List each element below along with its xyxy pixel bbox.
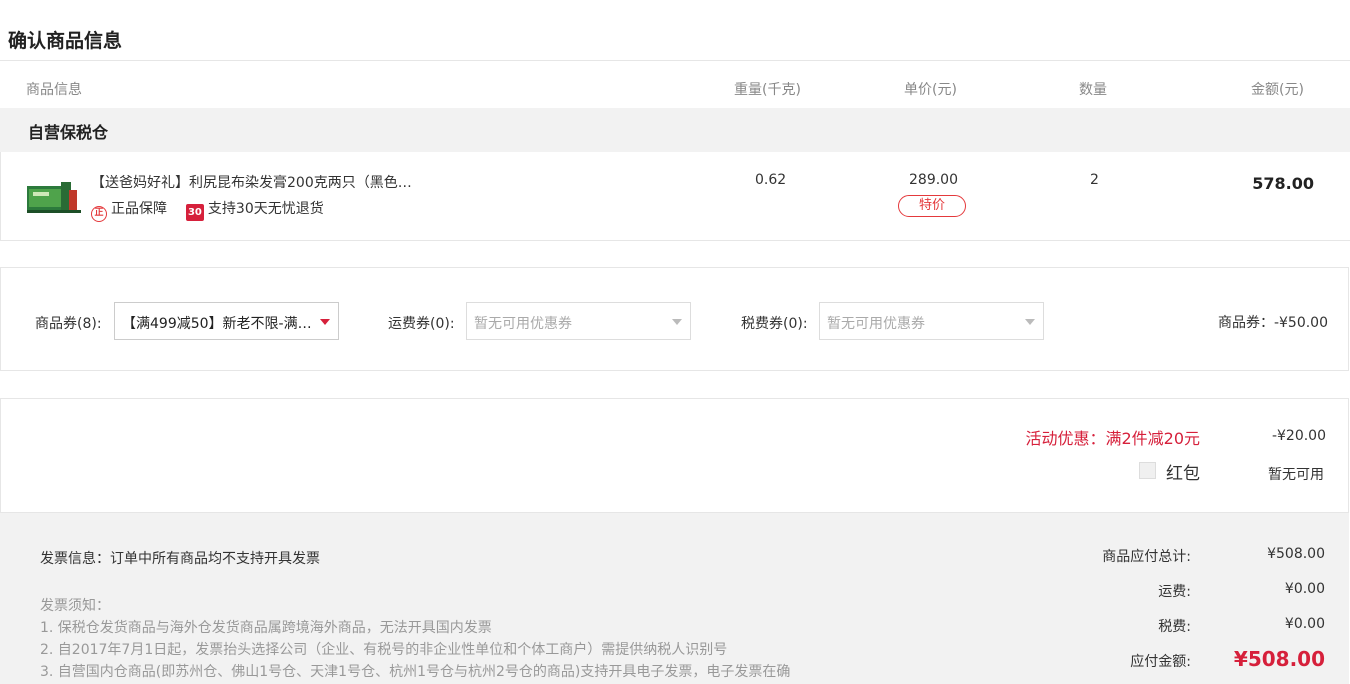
subtotal-value: ¥508.00 xyxy=(1267,546,1325,562)
redpack-checkbox[interactable] xyxy=(1139,462,1156,479)
item-amount: 578.00 xyxy=(1252,174,1314,193)
goods-coupon-label: 商品券(8): xyxy=(35,316,102,332)
special-price-tag: 特价 xyxy=(898,195,966,217)
coupon-section: 商品券(8): 【满499减50】新老不限-满… 运费券(0): 暂无可用优惠券… xyxy=(0,267,1349,371)
header-price: 单价(元) xyxy=(904,82,957,98)
service-badges: 正正品保障 30 支持30天无忧退货 xyxy=(91,198,324,222)
invoice-info: 发票信息：订单中所有商品均不支持开具发票 xyxy=(40,551,320,567)
warehouse-name: 自营保税仓 xyxy=(28,123,109,142)
shipping-coupon-label: 运费券(0): xyxy=(388,316,455,332)
table-header: 商品信息 重量(千克) 单价(元) 数量 金额(元) xyxy=(0,60,1350,108)
item-weight: 0.62 xyxy=(755,172,787,188)
tax-value: ¥0.00 xyxy=(1284,616,1325,632)
invoice-note-item: 1. 保税仓发货商品与海外仓发货商品属跨境海外商品，无法开具国内发票 xyxy=(40,620,492,636)
product-thumbnail[interactable] xyxy=(27,180,81,214)
coupon-discount-total: 商品券：-¥50.00 xyxy=(1217,315,1328,331)
tax-coupon-label: 税费券(0): xyxy=(741,316,808,332)
shipping-coupon-select[interactable]: 暂无可用优惠券 xyxy=(466,302,691,340)
shipping-value: ¥0.00 xyxy=(1284,581,1325,597)
warehouse-header: 自营保税仓 xyxy=(0,108,1350,152)
header-quantity: 数量 xyxy=(1079,82,1107,98)
payable-label: 应付金额: xyxy=(1130,654,1191,670)
return-badge-label: 支持30天无忧退货 xyxy=(207,201,324,217)
subtotal-label: 商品应付总计: xyxy=(1102,549,1191,565)
redpack-value: 暂无可用 xyxy=(1268,467,1324,483)
invoice-notes-title: 发票须知： xyxy=(40,598,110,614)
table-row: 【送爸妈好礼】利尻昆布染发膏200克两只（黑色… 正正品保障 30 支持30天无忧… xyxy=(0,152,1350,241)
header-amount: 金额(元) xyxy=(1251,82,1304,98)
redpack-label: 红包 xyxy=(1166,464,1200,484)
promotion-section: 活动优惠：满2件减20元 -¥20.00 红包 暂无可用 xyxy=(0,398,1349,513)
chevron-down-icon xyxy=(672,319,682,325)
genuine-badge-icon: 正 xyxy=(91,206,107,222)
goods-coupon-select[interactable]: 【满499减50】新老不限-满… xyxy=(114,302,339,340)
tax-label: 税费: xyxy=(1158,619,1191,635)
promotion-value: -¥20.00 xyxy=(1271,428,1326,444)
tax-coupon-select[interactable]: 暂无可用优惠券 xyxy=(819,302,1044,340)
genuine-badge-label: 正品保障 xyxy=(111,201,167,217)
tax-coupon-value: 暂无可用优惠券 xyxy=(827,316,925,332)
item-quantity: 2 xyxy=(1090,172,1099,188)
30-day-return-icon: 30 xyxy=(185,204,204,221)
item-price: 289.00 xyxy=(909,172,958,188)
header-weight: 重量(千克) xyxy=(734,82,801,98)
shipping-label: 运费: xyxy=(1158,584,1191,600)
product-title-link[interactable]: 【送爸妈好礼】利尻昆布染发膏200克两只（黑色… xyxy=(91,172,451,192)
promotion-label: 活动优惠：满2件减20元 xyxy=(1025,429,1200,448)
invoice-notes: 发票须知： 1. 保税仓发货商品与海外仓发货商品属跨境海外商品，无法开具国内发票… xyxy=(40,595,790,683)
chevron-down-icon xyxy=(320,319,330,325)
chevron-down-icon xyxy=(1025,319,1035,325)
header-product: 商品信息 xyxy=(26,82,82,98)
invoice-note-item: 2. 自2017年7月1日起，发票抬头选择公司（企业、有税号的非企业性单位和个体… xyxy=(40,642,728,658)
payable-value: ¥508.00 xyxy=(1233,647,1325,671)
goods-coupon-value: 【满499减50】新老不限-满… xyxy=(122,316,312,332)
invoice-note-item: 3. 自营国内仓商品(即苏州仓、佛山1号仓、天津1号仓、杭州1号仓与杭州2号仓的… xyxy=(40,664,791,680)
page-title: 确认商品信息 xyxy=(8,30,123,52)
invoice-summary-panel: 发票信息：订单中所有商品均不支持开具发票 发票须知： 1. 保税仓发货商品与海外… xyxy=(0,513,1349,684)
shipping-coupon-value: 暂无可用优惠券 xyxy=(474,316,572,332)
